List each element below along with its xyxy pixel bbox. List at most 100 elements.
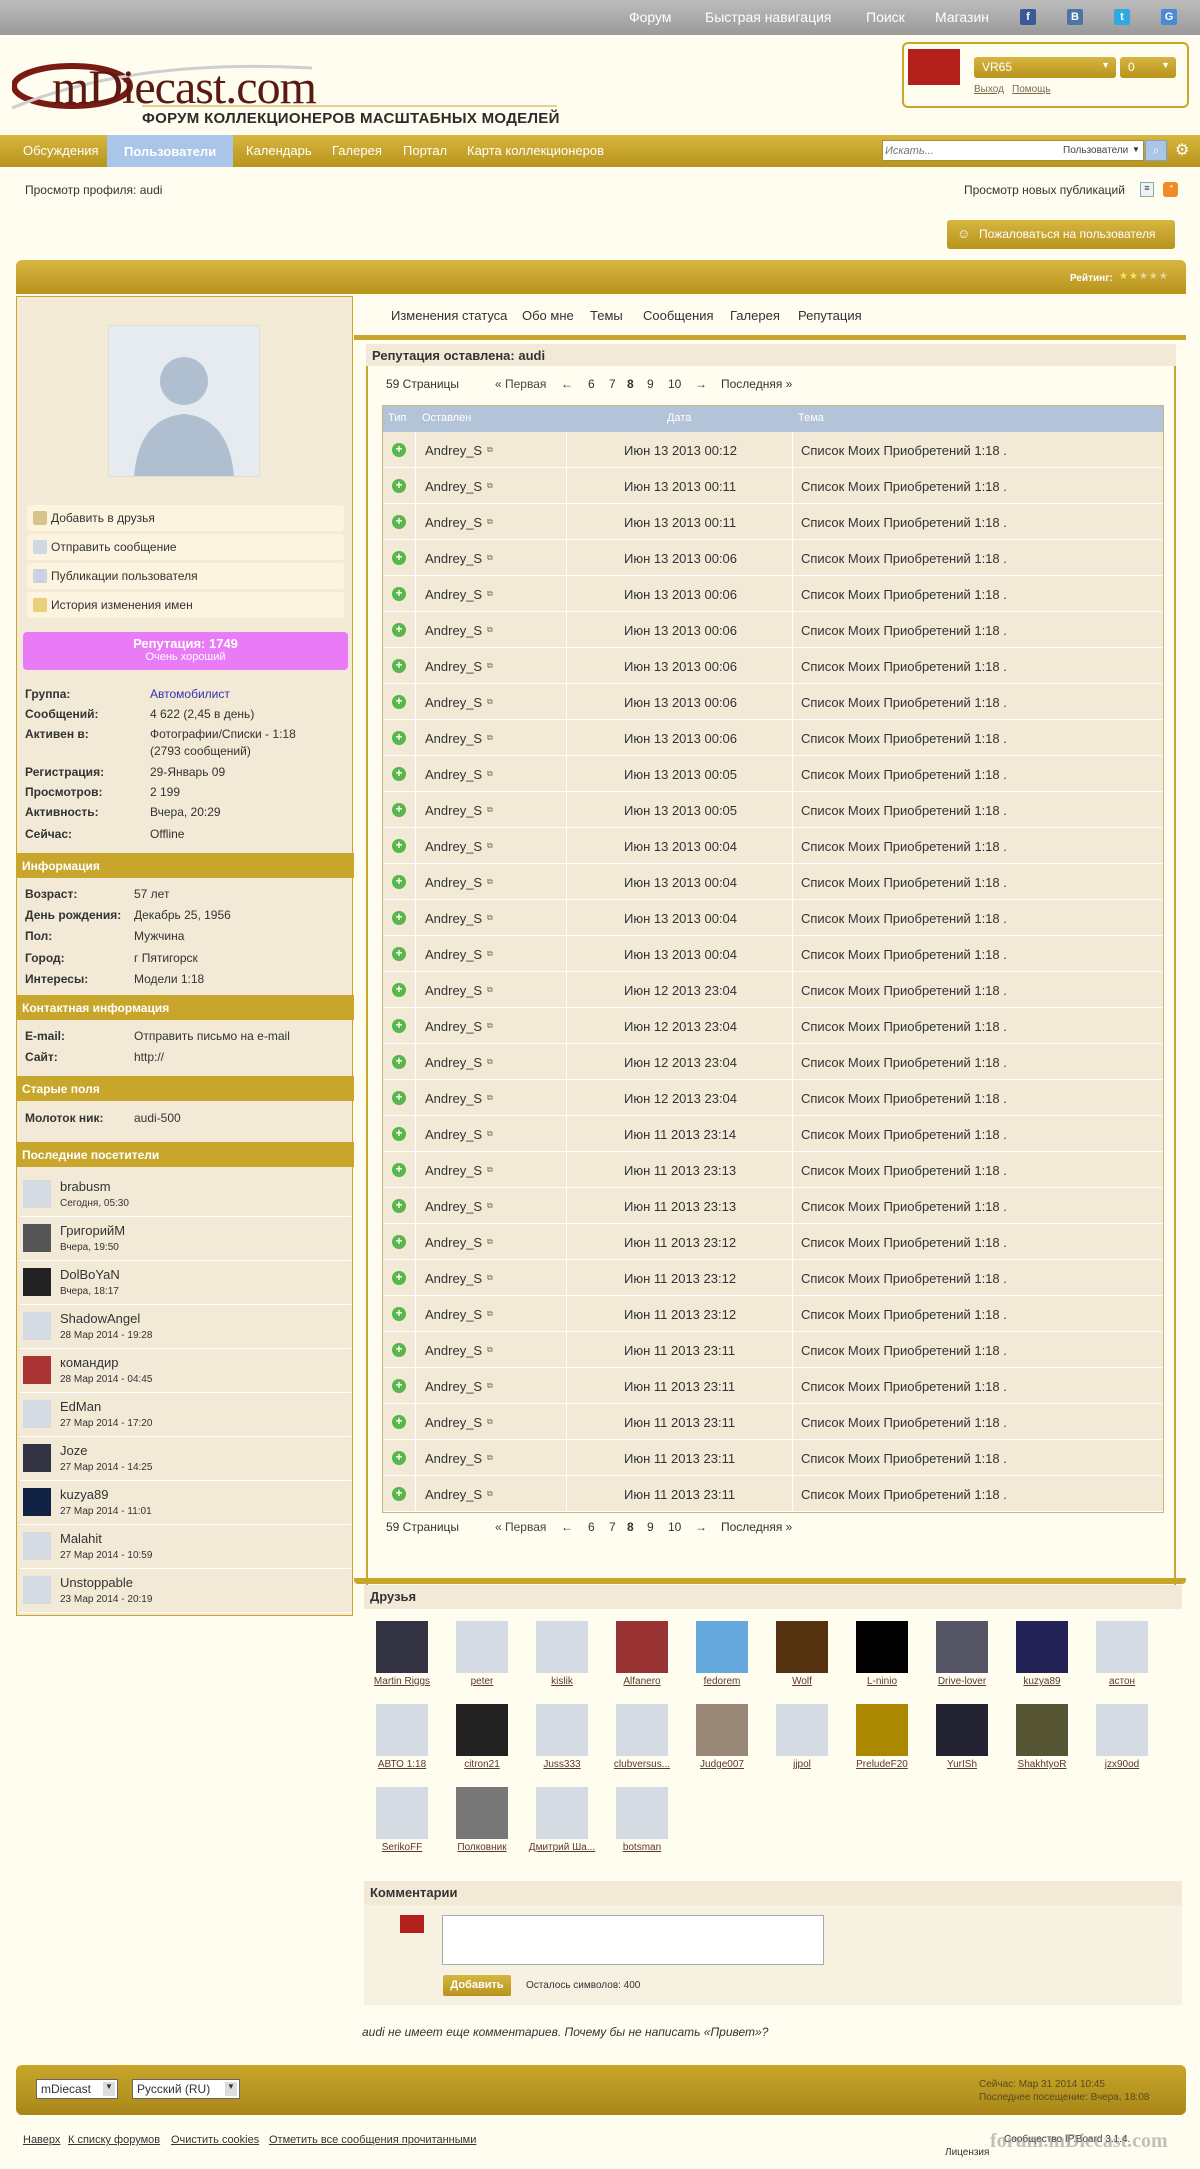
mark-all-read-link[interactable]: Отметить все сообщения прочитанными (269, 2134, 476, 2146)
document-icon[interactable]: ≡ (1140, 182, 1154, 197)
visitor-item[interactable]: командир 28 Мар 2014 - 04:45 (20, 1349, 351, 1393)
friend-item[interactable]: Полковник (444, 1787, 520, 1853)
visitor-item[interactable]: EdMan 27 Мар 2014 - 17:20 (20, 1393, 351, 1437)
next-page-link[interactable]: → (695, 377, 707, 391)
external-link-icon[interactable]: ⧉ (487, 1129, 493, 1139)
tab-reputation[interactable]: Репутация (798, 308, 862, 323)
external-link-icon[interactable]: ⧉ (487, 1165, 493, 1175)
giver-link[interactable]: Andrey_S (425, 443, 482, 458)
topic-link[interactable]: Список Моих Приобретений 1:18 . (801, 839, 1007, 854)
visitor-item[interactable]: Malahit 27 Мар 2014 - 10:59 (20, 1525, 351, 1569)
friend-name[interactable]: YurISh (924, 1759, 1000, 1770)
external-link-icon[interactable]: ⧉ (487, 697, 493, 707)
topic-link[interactable]: Список Моих Приобретений 1:18 . (801, 443, 1007, 458)
nav-search-link[interactable]: Поиск (866, 9, 905, 25)
visitor-name[interactable]: Joze (60, 1443, 87, 1458)
external-link-icon[interactable]: ⧉ (487, 1345, 493, 1355)
clear-cookies-link[interactable]: Очистить cookies (171, 2134, 259, 2146)
nav-quick-link[interactable]: Быстрая навигация (705, 9, 832, 25)
giver-link[interactable]: Andrey_S (425, 875, 482, 890)
giver-link[interactable]: Andrey_S (425, 1163, 482, 1178)
external-link-icon[interactable]: ⧉ (487, 1057, 493, 1067)
tab-about[interactable]: Обо мне (522, 308, 574, 323)
topic-link[interactable]: Список Моих Приобретений 1:18 . (801, 731, 1007, 746)
logout-link[interactable]: Выход (974, 84, 1004, 95)
visitor-item[interactable]: Joze 27 Мар 2014 - 14:25 (20, 1437, 351, 1481)
friend-item[interactable]: kuzya89 (1004, 1621, 1080, 1687)
friend-item[interactable]: ShakhtyoR (1004, 1704, 1080, 1770)
page-link[interactable]: 7 (609, 377, 616, 391)
friend-item[interactable]: Juss333 (524, 1704, 600, 1770)
tab-gallery[interactable]: Галерея (332, 143, 382, 158)
external-link-icon[interactable]: ⧉ (487, 661, 493, 671)
topic-link[interactable]: Список Моих Приобретений 1:18 . (801, 1487, 1007, 1502)
stat-value[interactable]: Автомобилист (150, 687, 230, 701)
friend-item[interactable]: citron21 (444, 1704, 520, 1770)
topic-link[interactable]: Список Моих Приобретений 1:18 . (801, 911, 1007, 926)
external-link-icon[interactable]: ⧉ (487, 877, 493, 887)
friend-item[interactable]: jjpol (764, 1704, 840, 1770)
external-link-icon[interactable]: ⧉ (487, 1201, 493, 1211)
nav-shop-link[interactable]: Магазин (935, 9, 989, 25)
friend-name[interactable]: jzx90od (1084, 1759, 1160, 1770)
contact-value[interactable]: Отправить письмо на e-mail (134, 1029, 290, 1043)
friend-item[interactable]: Drive-lover (924, 1621, 1000, 1687)
first-page-link[interactable]: « Первая (495, 1520, 546, 1534)
page-link[interactable]: 9 (647, 377, 654, 391)
user-menu-button[interactable]: VR65 ▼ (974, 57, 1116, 78)
topic-link[interactable]: Список Моих Приобретений 1:18 . (801, 1055, 1007, 1070)
help-link[interactable]: Помощь (1012, 84, 1051, 95)
tab-calendar[interactable]: Календарь (246, 143, 312, 158)
prev-page-link[interactable]: ← (561, 1520, 573, 1534)
rss-icon[interactable]: ◔ (1163, 182, 1178, 197)
tab-status-changes[interactable]: Изменения статуса (391, 308, 507, 323)
tab-users[interactable]: Пользователи (107, 135, 234, 167)
external-link-icon[interactable]: ⧉ (487, 805, 493, 815)
external-link-icon[interactable]: ⧉ (487, 589, 493, 599)
friend-name[interactable]: L-ninio (844, 1676, 920, 1687)
external-link-icon[interactable]: ⧉ (487, 1237, 493, 1247)
user-posts-button[interactable]: Публикации пользователя (27, 563, 344, 589)
notifications-button[interactable]: 0 ▼ (1120, 57, 1176, 78)
contact-value[interactable]: http:// (134, 1050, 164, 1064)
friend-item[interactable]: fedorem (684, 1621, 760, 1687)
giver-link[interactable]: Andrey_S (425, 479, 482, 494)
topic-link[interactable]: Список Моих Приобретений 1:18 . (801, 1271, 1007, 1286)
topic-link[interactable]: Список Моих Приобретений 1:18 . (801, 1451, 1007, 1466)
external-link-icon[interactable]: ⧉ (487, 445, 493, 455)
friend-item[interactable]: АВТО 1:18 (364, 1704, 440, 1770)
external-link-icon[interactable]: ⧉ (487, 481, 493, 491)
visitor-name[interactable]: Malahit (60, 1531, 102, 1546)
friend-item[interactable]: kislik (524, 1621, 600, 1687)
giver-link[interactable]: Andrey_S (425, 839, 482, 854)
topic-link[interactable]: Список Моих Приобретений 1:18 . (801, 803, 1007, 818)
external-link-icon[interactable]: ⧉ (487, 625, 493, 635)
external-link-icon[interactable]: ⧉ (487, 1093, 493, 1103)
friend-name[interactable]: peter (444, 1676, 520, 1687)
giver-link[interactable]: Andrey_S (425, 1379, 482, 1394)
visitor-item[interactable]: Unstoppable 23 Мар 2014 - 20:19 (20, 1569, 351, 1613)
name-history-button[interactable]: История изменения имен (27, 592, 344, 618)
friend-name[interactable]: Дмитрий Ша... (524, 1842, 600, 1853)
site-logo[interactable]: mDiecast.com ФОРУМ КОЛЛЕКЦИОНЕРОВ МАСШТА… (12, 48, 572, 132)
friend-item[interactable]: Judge007 (684, 1704, 760, 1770)
friend-name[interactable]: botsman (604, 1842, 680, 1853)
prev-page-link[interactable]: ← (561, 377, 573, 391)
giver-link[interactable]: Andrey_S (425, 947, 482, 962)
friend-item[interactable]: Wolf (764, 1621, 840, 1687)
friend-name[interactable]: Alfanero (604, 1676, 680, 1687)
topic-link[interactable]: Список Моих Приобретений 1:18 . (801, 479, 1007, 494)
user-avatar[interactable] (908, 49, 960, 85)
visitor-item[interactable]: brabusm Сегодня, 05:30 (20, 1173, 351, 1217)
giver-link[interactable]: Andrey_S (425, 659, 482, 674)
search-scope-select[interactable]: Пользователи (1063, 145, 1128, 156)
external-link-icon[interactable]: ⧉ (487, 1489, 493, 1499)
topic-link[interactable]: Список Моих Приобретений 1:18 . (801, 1379, 1007, 1394)
topic-link[interactable]: Список Моих Приобретений 1:18 . (801, 875, 1007, 890)
tab-topics[interactable]: Темы (590, 308, 623, 323)
search-button[interactable]: ⌕ (1145, 140, 1167, 161)
friend-item[interactable]: clubversus... (604, 1704, 680, 1770)
add-comment-button[interactable]: Добавить (443, 1975, 511, 1996)
topic-link[interactable]: Список Моих Приобретений 1:18 . (801, 1343, 1007, 1358)
topic-link[interactable]: Список Моих Приобретений 1:18 . (801, 767, 1007, 782)
